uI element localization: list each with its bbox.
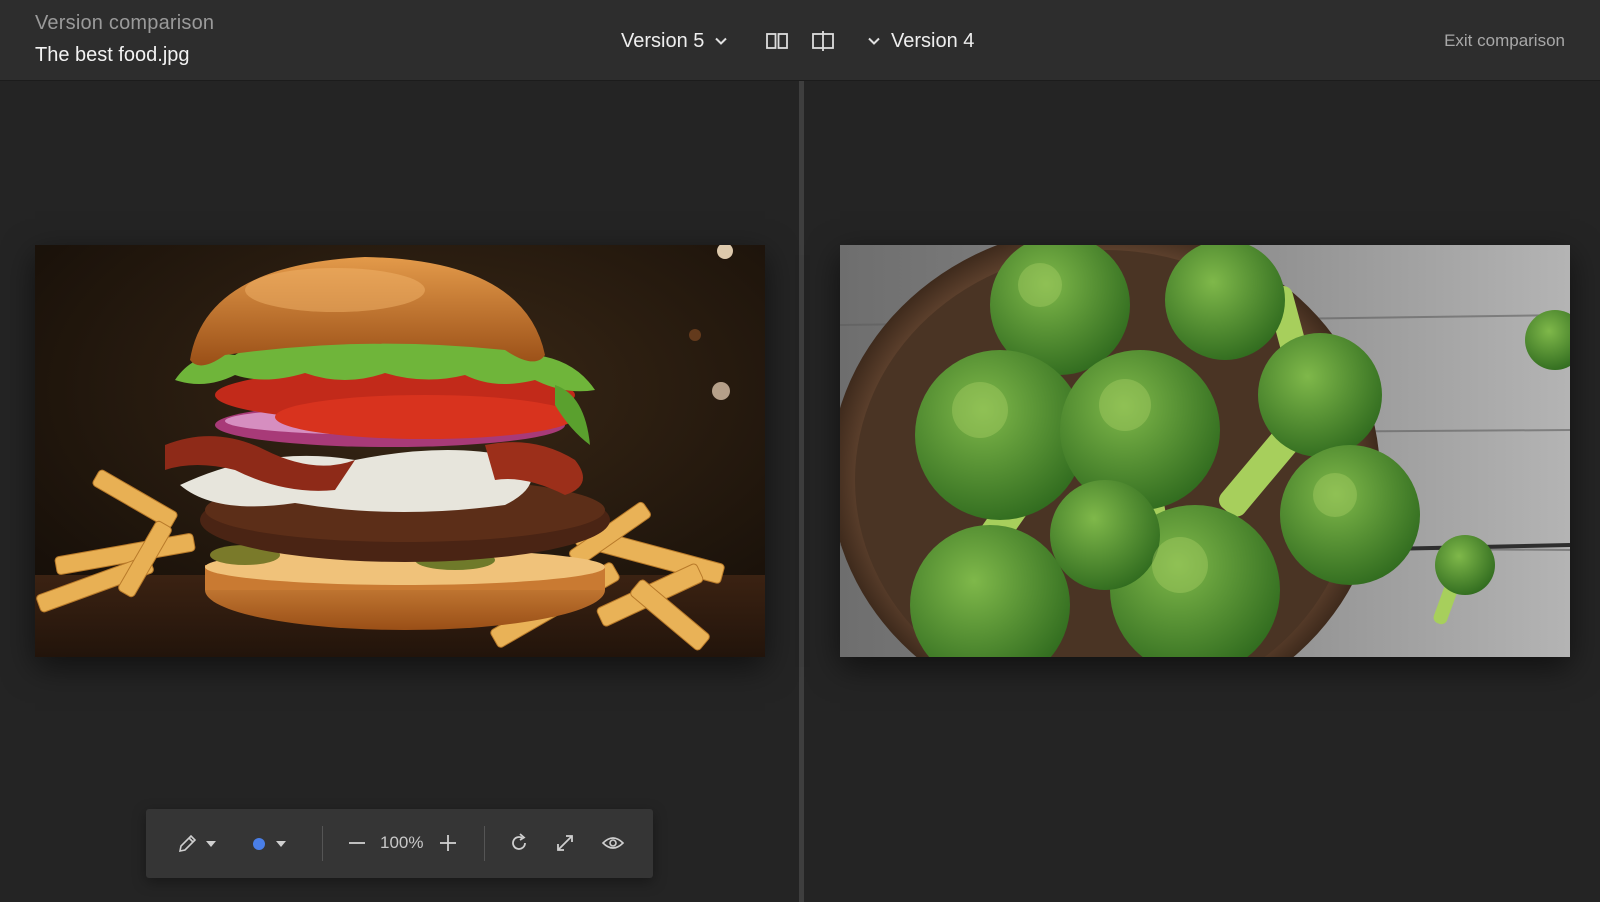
pencil-icon [178,834,197,853]
right-image-panel [840,245,1570,657]
right-version-label: Version 4 [891,29,975,52]
file-name: The best food.jpg [35,44,190,66]
minus-icon [349,842,365,844]
page-subtitle: Version comparison [35,12,215,34]
exit-comparison-button[interactable]: Exit comparison [1444,31,1565,51]
overlay-split-icon [812,31,834,51]
expand-icon [557,835,573,851]
pencil-options-button[interactable] [204,837,218,851]
pencil-tool-button[interactable] [174,831,200,857]
comparison-header: Version comparison The best food.jpg Ver… [0,0,1600,81]
zoom-level: 100% [380,833,424,852]
left-image-panel [35,245,765,657]
caret-down-icon [206,841,216,847]
overlay-button[interactable] [811,29,835,53]
toolbar-separator [322,826,323,861]
title-block: Version comparison The best food.jpg [35,12,214,67]
chevron-down-icon [867,34,881,48]
color-dot-icon [253,838,265,850]
panel-divider[interactable] [799,81,804,902]
right-version-select[interactable]: Version 4 [867,28,974,54]
side-by-side-icon [766,33,788,49]
fullscreen-button[interactable] [553,831,577,855]
left-version-select[interactable]: Version 5 [621,28,728,54]
toolbar-separator [484,826,485,861]
color-picker-button[interactable] [252,837,266,851]
rotate-icon [512,833,526,850]
zoom-out-button[interactable] [346,832,368,854]
zoom-in-button[interactable] [437,832,459,854]
chevron-down-icon [714,34,728,48]
side-by-side-button[interactable] [765,29,789,53]
eye-icon [601,837,625,849]
annotation-toolbar: 100% [146,809,653,878]
burger-image [35,245,765,657]
plus-icon [440,835,456,851]
caret-down-icon [276,841,286,847]
color-options-button[interactable] [274,837,288,851]
toggle-visibility-button[interactable] [600,831,626,855]
left-version-label: Version 5 [621,29,705,52]
broccoli-image [840,245,1570,657]
rotate-button[interactable] [507,831,531,855]
